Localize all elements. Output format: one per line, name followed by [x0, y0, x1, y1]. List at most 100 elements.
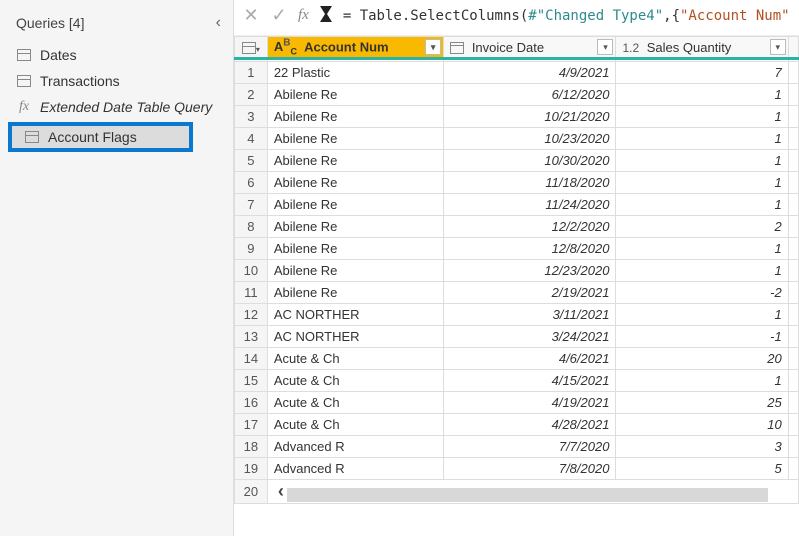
cell-invoice-date[interactable]: 12/2/2020 [444, 216, 616, 238]
scroll-left-icon[interactable]: ‹ [272, 481, 284, 501]
row-number[interactable]: 5 [235, 150, 268, 172]
cell-extra[interactable] [788, 106, 798, 128]
cell-sales-quantity[interactable]: 10 [616, 414, 788, 436]
cell-sales-quantity[interactable]: 25 [616, 392, 788, 414]
cell-sales-quantity[interactable]: 1 [616, 172, 788, 194]
cell-account[interactable]: Advanced R [267, 458, 443, 480]
table-row[interactable]: 6Abilene Re11/18/20201 [235, 172, 799, 194]
column-header-account[interactable]: ABC Account Num ▾ [267, 37, 443, 59]
cell-account[interactable]: Acute & Ch [267, 392, 443, 414]
row-number[interactable]: 6 [235, 172, 268, 194]
corner-cell[interactable]: ▾ [235, 37, 268, 59]
cell-sales-quantity[interactable]: 20 [616, 348, 788, 370]
cell-extra[interactable] [788, 370, 798, 392]
cell-invoice-date[interactable]: 4/28/2021 [444, 414, 616, 436]
filter-dropdown-icon[interactable]: ▾ [425, 39, 441, 55]
table-row[interactable]: 122 Plastic4/9/20217 [235, 62, 799, 84]
commit-icon[interactable]: ✓ [270, 7, 288, 25]
row-number[interactable]: 19 [235, 458, 268, 480]
cell-extra[interactable] [788, 436, 798, 458]
filter-dropdown-icon[interactable]: ▾ [597, 39, 613, 55]
horizontal-scrollbar[interactable] [287, 488, 767, 502]
cell-invoice-date[interactable]: 12/8/2020 [444, 238, 616, 260]
sidebar-item-transactions[interactable]: Transactions [0, 68, 233, 94]
cell-account[interactable]: Acute & Ch [267, 414, 443, 436]
cell-account[interactable]: Abilene Re [267, 216, 443, 238]
table-row[interactable]: 14Acute & Ch4/6/202120 [235, 348, 799, 370]
table-row[interactable]: 7Abilene Re11/24/20201 [235, 194, 799, 216]
cell-account[interactable]: Abilene Re [267, 172, 443, 194]
cell-sales-quantity[interactable]: -1 [616, 326, 788, 348]
row-number[interactable]: 14 [235, 348, 268, 370]
table-row[interactable]: 12AC NORTHER3/11/20211 [235, 304, 799, 326]
cell-account[interactable]: Abilene Re [267, 84, 443, 106]
column-header-sales-quantity[interactable]: 1.2 Sales Quantity ▾ [616, 37, 788, 59]
cell-invoice-date[interactable]: 11/24/2020 [444, 194, 616, 216]
row-number[interactable]: 9 [235, 238, 268, 260]
cell-invoice-date[interactable]: 10/30/2020 [444, 150, 616, 172]
cell-account[interactable]: Advanced R [267, 436, 443, 458]
cell-invoice-date[interactable]: 10/23/2020 [444, 128, 616, 150]
table-row[interactable]: 19Advanced R7/8/20205 [235, 458, 799, 480]
cell-invoice-date[interactable]: 7/8/2020 [444, 458, 616, 480]
row-number[interactable]: 2 [235, 84, 268, 106]
cell-extra[interactable] [788, 238, 798, 260]
cell-extra[interactable] [788, 128, 798, 150]
cancel-icon[interactable]: ✕ [242, 7, 260, 25]
cell-sales-quantity[interactable]: 1 [616, 150, 788, 172]
row-number[interactable]: 11 [235, 282, 268, 304]
cell-sales-quantity[interactable]: -2 [616, 282, 788, 304]
cell-account[interactable]: Abilene Re [267, 128, 443, 150]
cell-extra[interactable] [788, 326, 798, 348]
cell-extra[interactable] [788, 304, 798, 326]
cell-sales-quantity[interactable]: 2 [616, 216, 788, 238]
row-number[interactable]: 13 [235, 326, 268, 348]
table-row[interactable]: 17Acute & Ch4/28/202110 [235, 414, 799, 436]
cell-sales-quantity[interactable]: 3 [616, 436, 788, 458]
cell-extra[interactable] [788, 392, 798, 414]
row-number[interactable]: 15 [235, 370, 268, 392]
cell-account[interactable]: Abilene Re [267, 282, 443, 304]
cell-extra[interactable] [788, 216, 798, 238]
table-row[interactable]: 11Abilene Re2/19/2021-2 [235, 282, 799, 304]
cell-extra[interactable] [788, 414, 798, 436]
cell-extra[interactable] [788, 260, 798, 282]
cell-sales-quantity[interactable]: 1 [616, 238, 788, 260]
row-number[interactable]: 1 [235, 62, 268, 84]
sidebar-item-extended-date-query[interactable]: fx Extended Date Table Query [0, 94, 233, 120]
row-number[interactable]: 20 [235, 480, 268, 504]
table-row[interactable]: 8Abilene Re12/2/20202 [235, 216, 799, 238]
cell-sales-quantity[interactable]: 7 [616, 62, 788, 84]
cell-sales-quantity[interactable]: 5 [616, 458, 788, 480]
cell-extra[interactable] [788, 282, 798, 304]
table-row[interactable]: 5Abilene Re10/30/20201 [235, 150, 799, 172]
cell-account[interactable]: AC NORTHER [267, 326, 443, 348]
cell-sales-quantity[interactable]: 1 [616, 194, 788, 216]
cell-extra[interactable] [788, 172, 798, 194]
cell-extra[interactable] [788, 348, 798, 370]
row-number[interactable]: 16 [235, 392, 268, 414]
table-row[interactable]: 4Abilene Re10/23/20201 [235, 128, 799, 150]
cell-account[interactable]: 22 Plastic [267, 62, 443, 84]
cell-invoice-date[interactable]: 4/9/2021 [444, 62, 616, 84]
cell-invoice-date[interactable]: 3/24/2021 [444, 326, 616, 348]
sidebar-item-account-flags[interactable]: Account Flags [8, 122, 193, 152]
table-row[interactable]: 15Acute & Ch4/15/20211 [235, 370, 799, 392]
table-row[interactable]: 16Acute & Ch4/19/202125 [235, 392, 799, 414]
row-number[interactable]: 10 [235, 260, 268, 282]
row-number[interactable]: 3 [235, 106, 268, 128]
cell-sales-quantity[interactable]: 1 [616, 304, 788, 326]
cell-extra[interactable] [788, 62, 798, 84]
cell-account[interactable]: Acute & Ch [267, 348, 443, 370]
cell-extra[interactable] [788, 194, 798, 216]
cell-extra[interactable] [788, 150, 798, 172]
row-number[interactable]: 7 [235, 194, 268, 216]
cell-invoice-date[interactable]: 6/12/2020 [444, 84, 616, 106]
table-row[interactable]: 3Abilene Re10/21/20201 [235, 106, 799, 128]
table-row[interactable]: 18Advanced R7/7/20203 [235, 436, 799, 458]
cell-invoice-date[interactable]: 4/15/2021 [444, 370, 616, 392]
cell-extra[interactable] [788, 458, 798, 480]
row-number[interactable]: 4 [235, 128, 268, 150]
cell-extra[interactable] [788, 84, 798, 106]
cell-sales-quantity[interactable]: 1 [616, 128, 788, 150]
